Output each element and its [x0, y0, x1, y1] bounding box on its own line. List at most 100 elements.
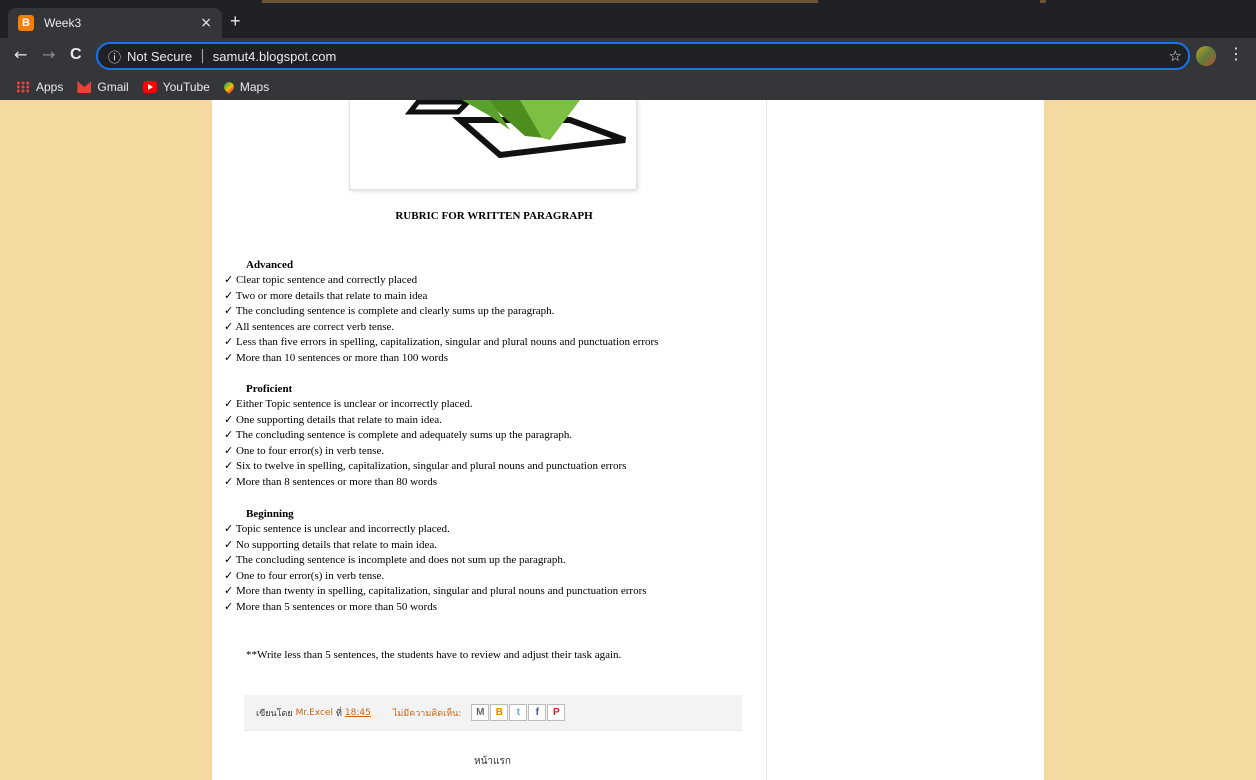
profile-avatar[interactable] — [1196, 46, 1216, 66]
item-text: More than 8 sentences or more than 80 wo… — [235, 475, 437, 488]
gmail-icon — [77, 81, 92, 93]
item-text: Two or more details that relate to main … — [235, 289, 428, 302]
youtube-icon — [142, 81, 157, 93]
url-text[interactable]: samut4.blogspot.com — [213, 49, 337, 64]
page-banner-strip — [1040, 0, 1046, 3]
comments-link[interactable]: ไม่มีความคิดเห็น: — [393, 706, 462, 720]
list-item: ✓ One supporting details that relate to … — [224, 413, 744, 429]
section-heading: Advanced — [246, 259, 294, 271]
list-item: ✓ Less than five errors in spelling, cap… — [224, 335, 744, 351]
maps-icon — [221, 79, 236, 95]
post-note: **Write less than 5 sentences, the stude… — [246, 649, 622, 661]
section-beginning: Beginning ✓ Topic sentence is unclear an… — [224, 506, 744, 616]
pinterest-share-button[interactable]: P — [547, 704, 566, 721]
item-text: The concluding sentence is complete and … — [235, 429, 573, 442]
list-item: ✓ No supporting details that relate to m… — [224, 538, 744, 554]
item-text: Clear topic sentence and correctly place… — [235, 274, 418, 286]
check-icon: ✓ — [224, 398, 234, 410]
item-text: More than 10 sentences or more than 100 … — [235, 351, 448, 364]
check-icon: ✓ — [224, 475, 234, 488]
check-icon: ✓ — [224, 460, 234, 473]
item-text: All sentences are correct verb tense. — [235, 320, 395, 333]
list-item: ✓ Clear topic sentence and correctly pla… — [224, 273, 744, 289]
bookmark-label: Apps — [36, 80, 64, 94]
reload-button[interactable]: C — [70, 46, 82, 64]
check-icon: ✓ — [224, 585, 234, 598]
sidebar-divider — [766, 100, 767, 780]
bookmark-label: Gmail — [97, 80, 129, 94]
author-link[interactable]: Mr.Excel — [296, 708, 333, 718]
info-icon[interactable]: ⓘ — [108, 47, 121, 66]
menu-icon[interactable]: ⋮ — [1228, 44, 1244, 63]
check-icon: ✓ — [224, 600, 234, 613]
home-link[interactable]: หน้าแรก — [474, 754, 511, 769]
section-heading: Proficient — [246, 383, 293, 395]
blogthis-share-button[interactable]: B — [490, 704, 509, 721]
post-footer: เขียนโดย Mr.Excel ที่ 18:45 ไม่มีความคิด… — [244, 695, 742, 731]
item-text: One supporting details that relate to ma… — [235, 413, 442, 426]
blogger-icon: B — [18, 15, 34, 31]
bookmark-label: Maps — [239, 80, 270, 94]
tab-bar: B Week3 × + — [0, 0, 1256, 38]
back-button[interactable]: ← — [14, 46, 27, 64]
list-item: ✓ Topic sentence is unclear and incorrec… — [224, 522, 744, 538]
check-icon: ✓ — [224, 274, 234, 286]
facebook-share-button[interactable]: f — [528, 704, 547, 721]
security-label[interactable]: Not Secure — [127, 49, 192, 64]
checkbox-illustration-icon — [404, 99, 627, 159]
check-icon: ✓ — [224, 554, 234, 567]
address-bar[interactable]: ⓘ Not Secure | samut4.blogspot.com ☆ — [96, 42, 1190, 70]
post-time-link[interactable]: 18:45 — [345, 708, 371, 718]
check-icon: ✓ — [224, 305, 234, 318]
list-item: ✓ Six to twelve in spelling, capitalizat… — [224, 459, 744, 475]
list-item: ✓ All sentences are correct verb tense. — [224, 320, 744, 336]
address-separator: | — [200, 48, 205, 64]
twitter-share-button[interactable]: t — [509, 704, 528, 721]
check-icon: ✓ — [224, 523, 234, 535]
check-icon: ✓ — [224, 569, 234, 582]
list-item: ✓ One to four error(s) in verb tense. — [224, 444, 744, 460]
check-icon: ✓ — [224, 320, 234, 333]
close-icon[interactable]: × — [200, 15, 212, 31]
new-tab-button[interactable]: + — [230, 11, 241, 32]
item-text: Six to twelve in spelling, capitalizatio… — [235, 460, 627, 473]
tab-title: Week3 — [44, 16, 82, 30]
email-share-button[interactable]: M — [471, 704, 490, 721]
list-item: ✓ The concluding sentence is complete an… — [224, 428, 744, 444]
check-icon: ✓ — [224, 429, 234, 442]
check-icon: ✓ — [224, 351, 234, 364]
section-advanced: Advanced ✓ Clear topic sentence and corr… — [224, 257, 744, 367]
item-text: The concluding sentence is incomplete an… — [235, 554, 566, 567]
at-label: ที่ — [335, 708, 342, 719]
section-proficient: Proficient ✓ Either Topic sentence is un… — [224, 381, 744, 491]
item-text: Either Topic sentence is unclear or inco… — [235, 398, 473, 410]
rubric-title: RUBRIC FOR WRITTEN PARAGRAPH — [395, 210, 593, 222]
section-heading: Beginning — [246, 508, 294, 520]
tab-week3[interactable]: B Week3 × — [8, 8, 222, 38]
list-item: ✓ Two or more details that relate to mai… — [224, 289, 744, 305]
bookmark-apps[interactable]: Apps — [16, 80, 63, 94]
forward-button[interactable]: → — [42, 46, 55, 64]
bookmark-gmail[interactable]: Gmail — [77, 80, 129, 94]
check-icon: ✓ — [224, 444, 234, 457]
list-item: ✓ More than twenty in spelling, capitali… — [224, 584, 744, 600]
list-item: ✓ More than 8 sentences or more than 80 … — [224, 475, 744, 491]
bookmark-maps[interactable]: Maps — [221, 79, 270, 95]
list-item: ✓ More than 5 sentences or more than 50 … — [224, 600, 744, 616]
navigation-bar: ← → C ⓘ Not Secure | samut4.blogspot.com… — [0, 38, 1256, 74]
item-text: More than twenty in spelling, capitaliza… — [235, 585, 647, 598]
list-item: ✓ Either Topic sentence is unclear or in… — [224, 397, 744, 413]
bookmark-youtube[interactable]: YouTube — [142, 80, 210, 94]
bookmarks-bar: Apps Gmail YouTube Maps — [0, 74, 1256, 100]
share-buttons: M B t f P — [471, 704, 566, 721]
posted-by-label: เขียนโดย — [256, 708, 293, 719]
item-text: One to four error(s) in verb tense. — [235, 444, 385, 457]
item-text: More than 5 sentences or more than 50 wo… — [235, 600, 437, 613]
check-icon: ✓ — [224, 336, 234, 349]
post-image[interactable] — [349, 99, 637, 190]
page-banner-strip — [262, 0, 818, 3]
bookmark-label: YouTube — [162, 80, 210, 94]
check-icon: ✓ — [224, 538, 234, 551]
bookmark-star-icon[interactable]: ☆ — [1169, 47, 1182, 65]
list-item: ✓ More than 10 sentences or more than 10… — [224, 351, 744, 367]
